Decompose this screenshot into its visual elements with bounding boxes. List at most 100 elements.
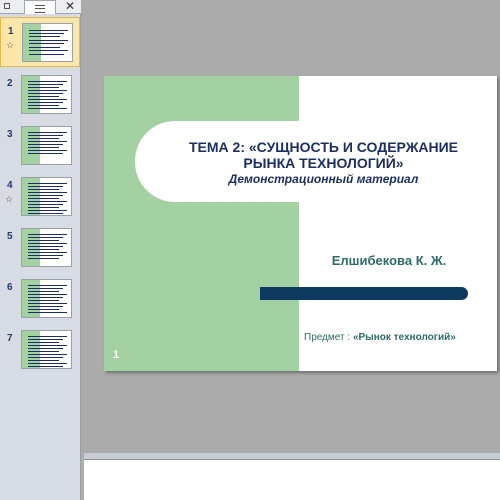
close-pane-button[interactable]: ✕ [63, 0, 77, 14]
thumbnail-text-line [28, 303, 67, 304]
slides-list-icon [35, 5, 45, 13]
thumbnail-text-line [28, 300, 59, 301]
thumbnail-text-line [29, 54, 64, 55]
slide-title-line-2: РЫНКА ТЕХНОЛОГИЙ» [243, 155, 404, 171]
thumbnail-text-line [28, 351, 59, 352]
thumbnail-text-line [29, 50, 68, 51]
thumbnail-text-line [28, 285, 67, 286]
thumbnail-text-line [28, 183, 67, 184]
slide-thumbnail-row[interactable]: 7 [0, 325, 80, 375]
thumbnail-text-line [28, 198, 59, 199]
slide-thumbnail[interactable] [21, 177, 72, 216]
thumbnail-text-line [28, 336, 67, 337]
thumbnail-text-line [28, 288, 63, 289]
thumbnail-text-line [28, 108, 67, 109]
thumbnail-text-line [28, 150, 67, 151]
thumbnail-text-line [28, 138, 59, 139]
slide-thumbnail-row[interactable]: 2 [0, 70, 80, 120]
tab-slides[interactable] [24, 0, 56, 14]
animation-star-icon: ☆ [6, 40, 15, 50]
thumbnail-text-line [28, 297, 63, 298]
thumbnail-text-line [28, 153, 63, 154]
author-name[interactable]: Елшибекова К. Ж. [309, 253, 469, 268]
subject-label: Предмет : [304, 332, 353, 343]
slide-thumbnail[interactable] [21, 126, 72, 165]
thumbnail-text-line [28, 366, 63, 367]
thumbnail-text-line [28, 135, 63, 136]
thumbnail-text-line [28, 189, 59, 190]
outline-icon [4, 3, 10, 9]
slide-thumbnail[interactable] [21, 330, 72, 369]
slide-title[interactable]: ТЕМА 2: «СУЩНОСТЬ И СОДЕРЖАНИЕ РЫНКА ТЕХ… [156, 139, 491, 171]
thumbnail-text-line [28, 240, 59, 241]
thumbnail-text-line [29, 47, 60, 48]
slide-subtitle[interactable]: Демонстрационный материал [156, 172, 491, 186]
thumbnail-text-line [28, 99, 67, 100]
thumbnail-text-line [28, 93, 63, 94]
thumbnail-text-line [29, 30, 68, 31]
thumbnail-text-line [28, 345, 67, 346]
thumbnail-text-line [28, 294, 67, 295]
thumbnail-text-line [28, 234, 67, 235]
animation-star-icon: ☆ [5, 194, 14, 204]
thumbnail-text-line [28, 360, 59, 361]
slide-thumbnail-row[interactable]: 1 ☆ [0, 17, 80, 67]
thumbnail-number: 4 [7, 180, 13, 191]
thumbnail-text-line [29, 43, 64, 44]
thumbnail-text-line [28, 243, 67, 244]
thumbnail-text-line [28, 186, 63, 187]
thumbnail-text-line [28, 354, 67, 355]
slide-number: 1 [113, 349, 120, 361]
slide-thumbnail-row[interactable]: 3 [0, 121, 80, 171]
thumbnail-text-line [28, 102, 63, 103]
thumbnail-text-line [28, 348, 63, 349]
thumbnail-text-line [28, 192, 67, 193]
thumbnail-number: 6 [7, 282, 13, 293]
thumbnail-text-line [28, 90, 67, 91]
slides-pane: ✕ 1 ☆ 2 3 4 ☆ 5 6 7 [0, 0, 81, 500]
slide-thumbnail[interactable] [21, 75, 72, 114]
slide-thumbnail[interactable] [22, 23, 73, 62]
thumbnail-text-line [28, 306, 63, 307]
tab-outline[interactable] [0, 0, 14, 14]
slide-thumbnail[interactable] [21, 228, 72, 267]
thumbnail-number: 1 [8, 26, 14, 37]
thumbnail-text-line [28, 147, 59, 148]
slide-thumbnail-row[interactable]: 4 ☆ [0, 172, 80, 222]
thumbnail-text-line [28, 357, 63, 358]
thumbnail-text-line [28, 207, 59, 208]
thumbnail-text-line [28, 201, 67, 202]
thumbnail-text-line [28, 105, 59, 106]
thumbnail-text-line [28, 144, 63, 145]
thumbnail-text-line [28, 309, 59, 310]
notes-pane[interactable] [84, 459, 500, 500]
slide-canvas[interactable]: ТЕМА 2: «СУЩНОСТЬ И СОДЕРЖАНИЕ РЫНКА ТЕХ… [104, 76, 497, 371]
subject-line[interactable]: Предмет : «Рынок технологий» [304, 332, 456, 343]
thumbnail-text-line [28, 195, 63, 196]
thumbnail-text-line [28, 210, 67, 211]
thumbnail-number: 3 [7, 129, 13, 140]
thumbnail-text-line [28, 81, 67, 82]
thumbnail-number: 5 [7, 231, 13, 242]
thumbnail-text-line [28, 141, 67, 142]
thumbnail-text-line [28, 363, 67, 364]
subject-value: «Рынок технологий» [352, 332, 456, 343]
thumbnail-text-line [28, 84, 63, 85]
thumbnail-text-line [28, 132, 67, 133]
thumbnail-text-line [28, 258, 59, 259]
pane-tabs: ✕ [0, 0, 81, 14]
thumbnail-text-line [28, 339, 63, 340]
thumbnail-number: 7 [7, 333, 13, 344]
thumbnail-text-line [29, 36, 60, 37]
thumbnail-text-line [28, 237, 63, 238]
thumbnail-text-line [28, 96, 59, 97]
close-icon: ✕ [64, 0, 76, 13]
thumbnail-text-line [28, 204, 63, 205]
slide-title-line-1: ТЕМА 2: «СУЩНОСТЬ И СОДЕРЖАНИЕ [188, 139, 458, 155]
thumbnail-text-line [28, 246, 63, 247]
thumbnail-text-line [28, 249, 59, 250]
slide-thumbnail-row[interactable]: 5 [0, 223, 80, 273]
accent-bar [260, 287, 468, 300]
slide-thumbnail[interactable] [21, 279, 72, 318]
slide-thumbnail-row[interactable]: 6 [0, 274, 80, 324]
